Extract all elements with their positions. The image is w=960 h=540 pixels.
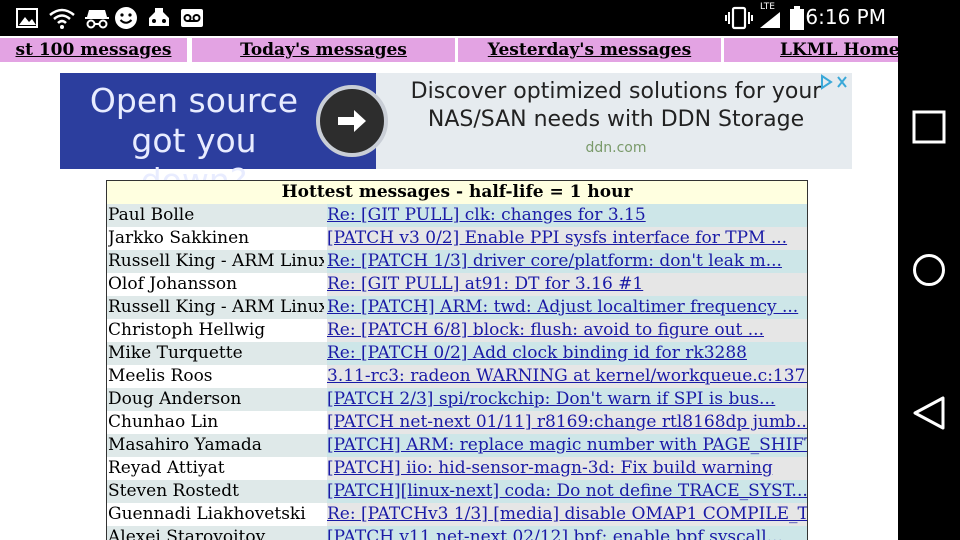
wifi-question-icon [49,8,75,29]
subject-cell: Re: [PATCHv3 1/3] [media] disable OMAP1 … [327,503,807,526]
tab-todays-messages[interactable]: Today's messages [192,38,455,62]
table-row: Paul Bolle Re: [GIT PULL] clk: changes fo… [107,204,807,227]
subject-cell: [PATCH 2/3] spi/rockchip: Don't warn if … [327,388,807,411]
tab-link[interactable]: Today's messages [240,40,407,60]
tab-link[interactable]: st 100 messages [16,40,172,60]
ad-arrow-button[interactable] [316,85,388,157]
table-caption: Hottest messages - half-life = 1 hour [107,181,807,204]
subject-cell: Re: [PATCH 6/8] block: flush: avoid to f… [327,319,807,342]
author-name: Jarkko Sakkinen [108,228,250,248]
voicemail-icon [181,9,203,27]
table-row: Reyad Attiyat [PATCH] iio: hid-sensor-mag… [107,457,807,480]
subject-cell: 3.11-rc3: radeon WARNING at kernel/workq… [327,365,807,388]
table-row: Jarkko Sakkinen [PATCH v3 0/2] Enable PPI… [107,227,807,250]
subject-cell: [PATCH][linux-next] coda: Do not define … [327,480,807,503]
arrow-right-icon [338,110,366,132]
message-subject-link[interactable]: Re: [PATCH 1/3] driver core/platform: do… [327,251,782,271]
table-row: Steven Rostedt [PATCH][linux-next] coda: … [107,480,807,503]
table-row: Masahiro Yamada [PATCH] ARM: replace magi… [107,434,807,457]
web-page: st 100 messages Today's messages Yesterd… [0,36,898,540]
subject-cell: [PATCH] iio: hid-sensor-magn-3d: Fix bui… [327,457,807,480]
tab-yesterdays-messages[interactable]: Yesterday's messages [458,38,721,62]
message-subject-link[interactable]: [PATCH] iio: hid-sensor-magn-3d: Fix bui… [327,458,773,478]
table-row: Doug Anderson [PATCH 2/3] spi/rockchip: D… [107,388,807,411]
subject-cell: Re: [PATCH 1/3] driver core/platform: do… [327,250,807,273]
author-name: Mike Turquette [108,343,243,363]
table-row: Russell King - ARM Linux Re: [PATCH 1/3] … [107,250,807,273]
message-subject-link[interactable]: Re: [PATCHv3 1/3] [media] disable OMAP1 … [327,504,807,524]
vibrate-icon [725,6,753,30]
message-subject-link[interactable]: Re: [PATCH 0/2] Add clock binding id for… [327,343,747,363]
hottest-messages-table: Hottest messages - half-life = 1 hour Pa… [106,180,808,540]
battery-icon [790,6,804,30]
top-navigation: st 100 messages Today's messages Yesterd… [0,36,898,62]
ad-choices-icon[interactable] [818,73,852,91]
table-row: Olof Johansson Re: [GIT PULL] at91: DT fo… [107,273,807,296]
message-subject-link[interactable]: Re: [PATCH] ARM: twd: Adjust localtimer … [327,297,798,317]
subject-cell: Re: [PATCH] ARM: twd: Adjust localtimer … [327,296,807,319]
author-name: Masahiro Yamada [108,435,262,455]
message-subject-link[interactable]: [PATCH v3 0/2] Enable PPI sysfs interfac… [327,228,787,248]
home-button[interactable] [898,235,960,305]
subject-cell: Re: [PATCH 0/2] Add clock binding id for… [327,342,807,365]
back-button[interactable] [898,378,960,448]
table-row: Mike Turquette Re: [PATCH 0/2] Add clock … [107,342,807,365]
image-icon [16,8,38,28]
tab-link[interactable]: LKML Homep [780,40,898,60]
signal-icon [760,12,780,28]
table-row: Russell King - ARM Linux Re: [PATCH] ARM:… [107,296,807,319]
author-name: Russell King - ARM Linux [108,297,324,317]
smiley-icon [115,7,137,29]
subject-cell: [PATCH] ARM: replace magic number with P… [327,434,807,457]
subject-cell: [PATCH net-next 01/11] r8169:change rtl8… [327,411,807,434]
author-name: Paul Bolle [108,205,195,225]
message-subject-link[interactable]: Re: [GIT PULL] at91: DT for 3.16 #1 [327,274,643,294]
author-name: Guennadi Liakhovetski [108,504,306,524]
author-name: Christoph Hellwig [108,320,266,340]
author-name: Reyad Attiyat [108,458,225,478]
incognito-icon [85,10,109,29]
subject-cell: Re: [GIT PULL] clk: changes for 3.15 [327,204,807,227]
clock: 6:16 PM [805,5,886,29]
author-name: Chunhao Lin [108,412,219,432]
subject-cell: [PATCH v3 0/2] Enable PPI sysfs interfac… [327,227,807,250]
author-name: Olof Johansson [108,274,238,294]
message-subject-link[interactable]: [PATCH] ARM: replace magic number with P… [327,435,807,455]
message-subject-link[interactable]: [PATCH net-next 01/11] r8169:change rtl8… [327,412,807,432]
table-row: Alexei Starovoitov [PATCH v11 net-next 02… [107,526,807,540]
message-subject-link[interactable]: [PATCH v11 net-next 02/12] bpf: enable b… [327,527,783,540]
subject-cell: [PATCH v11 net-next 02/12] bpf: enable b… [327,526,807,540]
ad-body-text: Discover optimized solutions for your NA… [410,79,822,132]
square-icon [912,110,946,144]
ad-domain: ddn.com [585,140,647,156]
circle-icon [913,254,945,286]
system-nav-bar [898,36,960,540]
tab-last-100-messages[interactable]: st 100 messages [0,38,187,62]
tab-link[interactable]: Yesterday's messages [488,40,691,60]
message-subject-link[interactable]: Re: [PATCH 6/8] block: flush: avoid to f… [327,320,764,340]
recent-apps-button[interactable] [898,92,960,162]
game-controller-icon [149,8,169,26]
table-body: Paul Bolle Re: [GIT PULL] clk: changes fo… [107,204,807,540]
message-subject-link[interactable]: Re: [GIT PULL] clk: changes for 3.15 [327,205,646,225]
author-name: Russell King - ARM Linux [108,251,324,271]
message-subject-link[interactable]: 3.11-rc3: radeon WARNING at kernel/workq… [327,366,807,386]
table-row: Meelis Roos 3.11-rc3: radeon WARNING at k… [107,365,807,388]
table-row: Guennadi Liakhovetski Re: [PATCHv3 1/3] [… [107,503,807,526]
message-subject-link[interactable]: [PATCH][linux-next] coda: Do not define … [327,481,807,501]
status-bar: LTE 6:16 PM [0,0,960,36]
back-triangle-icon [913,396,945,430]
message-subject-link[interactable]: [PATCH 2/3] spi/rockchip: Don't warn if … [327,389,775,409]
author-name: Doug Anderson [108,389,242,409]
table-row: Christoph Hellwig Re: [PATCH 6/8] block: … [107,319,807,342]
author-name: Steven Rostedt [108,481,239,501]
author-name: Alexei Starovoitov [108,527,266,540]
subject-cell: Re: [GIT PULL] at91: DT for 3.16 #1 [327,273,807,296]
table-row: Chunhao Lin [PATCH net-next 01/11] r8169:… [107,411,807,434]
tab-lkml-homepage[interactable]: LKML Homep [724,38,898,62]
author-name: Meelis Roos [108,366,213,386]
advertisement-banner[interactable]: Open source got you down? Discover optim… [60,73,852,200]
